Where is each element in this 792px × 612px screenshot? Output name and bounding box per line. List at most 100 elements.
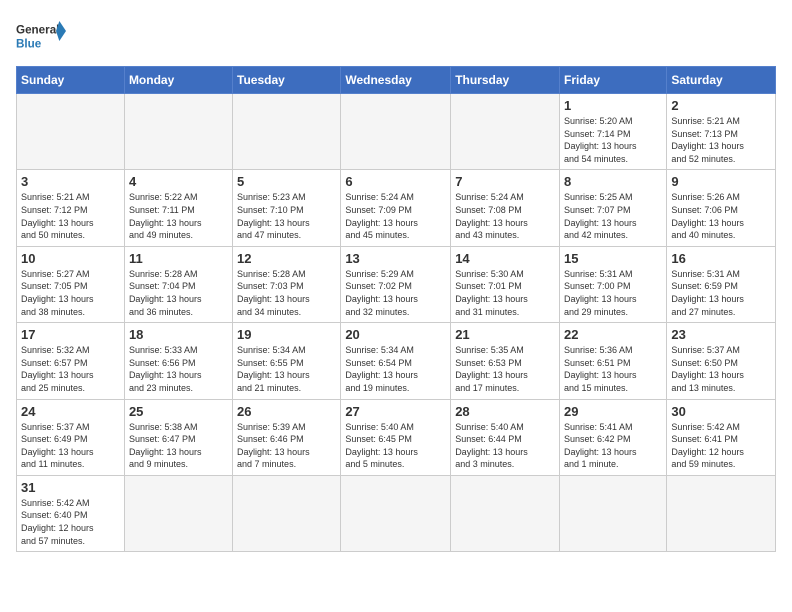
day-info: Sunrise: 5:37 AM Sunset: 6:50 PM Dayligh… xyxy=(671,344,771,394)
day-number: 10 xyxy=(21,251,120,266)
day-number: 7 xyxy=(455,174,555,189)
day-number: 14 xyxy=(455,251,555,266)
day-info: Sunrise: 5:40 AM Sunset: 6:44 PM Dayligh… xyxy=(455,421,555,471)
day-info: Sunrise: 5:28 AM Sunset: 7:04 PM Dayligh… xyxy=(129,268,228,318)
calendar-cell: 12 Sunrise: 5:28 AM Sunset: 7:03 PM Dayli… xyxy=(233,246,341,322)
day-info: Sunrise: 5:28 AM Sunset: 7:03 PM Dayligh… xyxy=(237,268,336,318)
calendar-week-row: 17 Sunrise: 5:32 AM Sunset: 6:57 PM Dayli… xyxy=(17,323,776,399)
calendar-cell xyxy=(124,475,232,551)
day-info: Sunrise: 5:20 AM Sunset: 7:14 PM Dayligh… xyxy=(564,115,662,165)
calendar-cell xyxy=(451,475,560,551)
day-info: Sunrise: 5:31 AM Sunset: 6:59 PM Dayligh… xyxy=(671,268,771,318)
svg-text:Blue: Blue xyxy=(16,38,42,51)
day-info: Sunrise: 5:23 AM Sunset: 7:10 PM Dayligh… xyxy=(237,191,336,241)
calendar-cell: 1 Sunrise: 5:20 AM Sunset: 7:14 PM Daylig… xyxy=(560,94,667,170)
day-number: 16 xyxy=(671,251,771,266)
weekday-header-monday: Monday xyxy=(124,67,232,94)
calendar-cell: 20 Sunrise: 5:34 AM Sunset: 6:54 PM Dayli… xyxy=(341,323,451,399)
calendar-cell: 7 Sunrise: 5:24 AM Sunset: 7:08 PM Daylig… xyxy=(451,170,560,246)
weekday-header-tuesday: Tuesday xyxy=(233,67,341,94)
calendar-cell: 26 Sunrise: 5:39 AM Sunset: 6:46 PM Dayli… xyxy=(233,399,341,475)
day-number: 4 xyxy=(129,174,228,189)
day-info: Sunrise: 5:40 AM Sunset: 6:45 PM Dayligh… xyxy=(345,421,446,471)
day-info: Sunrise: 5:22 AM Sunset: 7:11 PM Dayligh… xyxy=(129,191,228,241)
calendar-cell: 25Sunrise: 5:38 AM Sunset: 6:47 PM Dayli… xyxy=(124,399,232,475)
calendar-cell: 27 Sunrise: 5:40 AM Sunset: 6:45 PM Dayli… xyxy=(341,399,451,475)
day-number: 26 xyxy=(237,404,336,419)
weekday-header-saturday: Saturday xyxy=(667,67,776,94)
calendar-cell: 16 Sunrise: 5:31 AM Sunset: 6:59 PM Dayli… xyxy=(667,246,776,322)
day-info: Sunrise: 5:32 AM Sunset: 6:57 PM Dayligh… xyxy=(21,344,120,394)
calendar-cell: 4 Sunrise: 5:22 AM Sunset: 7:11 PM Daylig… xyxy=(124,170,232,246)
calendar-cell xyxy=(560,475,667,551)
calendar-cell: 22 Sunrise: 5:36 AM Sunset: 6:51 PM Dayli… xyxy=(560,323,667,399)
day-info: Sunrise: 5:24 AM Sunset: 7:08 PM Dayligh… xyxy=(455,191,555,241)
day-number: 22 xyxy=(564,327,662,342)
calendar-cell: 19Sunrise: 5:34 AM Sunset: 6:55 PM Dayli… xyxy=(233,323,341,399)
calendar-cell: 21Sunrise: 5:35 AM Sunset: 6:53 PM Dayli… xyxy=(451,323,560,399)
day-number: 25 xyxy=(129,404,228,419)
calendar-week-row: 1 Sunrise: 5:20 AM Sunset: 7:14 PM Daylig… xyxy=(17,94,776,170)
calendar-cell: 8Sunrise: 5:25 AM Sunset: 7:07 PM Daylig… xyxy=(560,170,667,246)
day-info: Sunrise: 5:41 AM Sunset: 6:42 PM Dayligh… xyxy=(564,421,662,471)
weekday-header-sunday: Sunday xyxy=(17,67,125,94)
day-number: 13 xyxy=(345,251,446,266)
day-info: Sunrise: 5:34 AM Sunset: 6:54 PM Dayligh… xyxy=(345,344,446,394)
logo-svg: General Blue xyxy=(16,16,66,56)
calendar-cell xyxy=(233,94,341,170)
day-number: 12 xyxy=(237,251,336,266)
calendar-cell: 14 Sunrise: 5:30 AM Sunset: 7:01 PM Dayli… xyxy=(451,246,560,322)
calendar-cell: 5 Sunrise: 5:23 AM Sunset: 7:10 PM Daylig… xyxy=(233,170,341,246)
day-info: Sunrise: 5:21 AM Sunset: 7:12 PM Dayligh… xyxy=(21,191,120,241)
weekday-header-friday: Friday xyxy=(560,67,667,94)
day-number: 20 xyxy=(345,327,446,342)
calendar-table: SundayMondayTuesdayWednesdayThursdayFrid… xyxy=(16,66,776,552)
day-number: 1 xyxy=(564,98,662,113)
calendar-cell: 10 Sunrise: 5:27 AM Sunset: 7:05 PM Dayli… xyxy=(17,246,125,322)
day-number: 17 xyxy=(21,327,120,342)
day-info: Sunrise: 5:42 AM Sunset: 6:40 PM Dayligh… xyxy=(21,497,120,547)
day-info: Sunrise: 5:21 AM Sunset: 7:13 PM Dayligh… xyxy=(671,115,771,165)
calendar-week-row: 3 Sunrise: 5:21 AM Sunset: 7:12 PM Daylig… xyxy=(17,170,776,246)
day-info: Sunrise: 5:29 AM Sunset: 7:02 PM Dayligh… xyxy=(345,268,446,318)
calendar-cell: 23 Sunrise: 5:37 AM Sunset: 6:50 PM Dayli… xyxy=(667,323,776,399)
day-info: Sunrise: 5:25 AM Sunset: 7:07 PM Dayligh… xyxy=(564,191,662,241)
day-number: 31 xyxy=(21,480,120,495)
calendar-cell xyxy=(124,94,232,170)
day-number: 29 xyxy=(564,404,662,419)
calendar-week-row: 24Sunrise: 5:37 AM Sunset: 6:49 PM Dayli… xyxy=(17,399,776,475)
day-number: 18 xyxy=(129,327,228,342)
calendar-cell: 30Sunrise: 5:42 AM Sunset: 6:41 PM Dayli… xyxy=(667,399,776,475)
day-number: 19 xyxy=(237,327,336,342)
day-info: Sunrise: 5:27 AM Sunset: 7:05 PM Dayligh… xyxy=(21,268,120,318)
day-number: 6 xyxy=(345,174,446,189)
day-number: 15 xyxy=(564,251,662,266)
day-info: Sunrise: 5:30 AM Sunset: 7:01 PM Dayligh… xyxy=(455,268,555,318)
day-info: Sunrise: 5:36 AM Sunset: 6:51 PM Dayligh… xyxy=(564,344,662,394)
day-number: 5 xyxy=(237,174,336,189)
day-number: 23 xyxy=(671,327,771,342)
weekday-header-thursday: Thursday xyxy=(451,67,560,94)
calendar-cell: 31 Sunrise: 5:42 AM Sunset: 6:40 PM Dayli… xyxy=(17,475,125,551)
day-number: 9 xyxy=(671,174,771,189)
day-number: 3 xyxy=(21,174,120,189)
calendar-cell: 13 Sunrise: 5:29 AM Sunset: 7:02 PM Dayli… xyxy=(341,246,451,322)
day-info: Sunrise: 5:26 AM Sunset: 7:06 PM Dayligh… xyxy=(671,191,771,241)
calendar-cell: 29 Sunrise: 5:41 AM Sunset: 6:42 PM Dayli… xyxy=(560,399,667,475)
calendar-cell: 18Sunrise: 5:33 AM Sunset: 6:56 PM Dayli… xyxy=(124,323,232,399)
calendar-cell: 17 Sunrise: 5:32 AM Sunset: 6:57 PM Dayli… xyxy=(17,323,125,399)
day-number: 2 xyxy=(671,98,771,113)
calendar-week-row: 10 Sunrise: 5:27 AM Sunset: 7:05 PM Dayli… xyxy=(17,246,776,322)
day-info: Sunrise: 5:42 AM Sunset: 6:41 PM Dayligh… xyxy=(671,421,771,471)
page-header: General Blue xyxy=(16,16,776,56)
calendar-cell xyxy=(667,475,776,551)
weekday-header-row: SundayMondayTuesdayWednesdayThursdayFrid… xyxy=(17,67,776,94)
day-number: 27 xyxy=(345,404,446,419)
logo: General Blue xyxy=(16,16,66,56)
calendar-cell xyxy=(341,475,451,551)
day-info: Sunrise: 5:31 AM Sunset: 7:00 PM Dayligh… xyxy=(564,268,662,318)
day-number: 11 xyxy=(129,251,228,266)
day-number: 21 xyxy=(455,327,555,342)
calendar-cell: 9 Sunrise: 5:26 AM Sunset: 7:06 PM Daylig… xyxy=(667,170,776,246)
day-info: Sunrise: 5:39 AM Sunset: 6:46 PM Dayligh… xyxy=(237,421,336,471)
